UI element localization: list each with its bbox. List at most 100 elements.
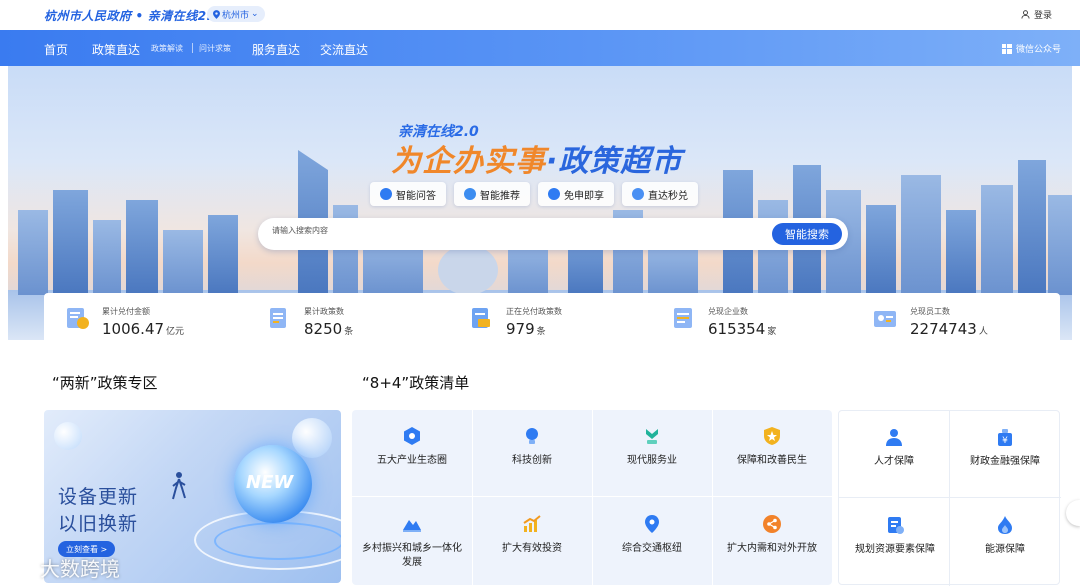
policy-label: 保障和改善民生 xyxy=(737,455,807,466)
policy-cell-rural[interactable]: 乡村振兴和城乡一体化发展 xyxy=(358,514,466,570)
stat-unit: 人 xyxy=(978,327,988,337)
nav-item-home[interactable]: 首页 xyxy=(44,41,68,58)
watermark-logo-icon xyxy=(10,559,32,578)
stat-value: 2274743 人 xyxy=(910,320,988,338)
stat-number: 8250 xyxy=(304,320,343,338)
employee-card-icon xyxy=(874,311,896,327)
nav-divider xyxy=(192,43,193,53)
top-bar: 杭州市人民政府 • 亲清在线2.0 杭州市 ⌄ 登录 xyxy=(0,0,1080,30)
finance-bag-icon: ¥ xyxy=(998,429,1012,446)
chip-smart-qa[interactable]: 智能问答 xyxy=(370,182,446,206)
svg-text:¥: ¥ xyxy=(1002,436,1008,446)
grid-divider xyxy=(352,496,832,497)
watermark: 大数跨境 xyxy=(8,553,120,582)
section-title-policy-list: “8+4”政策清单 xyxy=(362,374,470,392)
stat-unit: 亿元 xyxy=(166,327,185,337)
walking-person-icon xyxy=(172,472,186,500)
location-pin-icon xyxy=(213,9,220,19)
brand-dot: • xyxy=(135,9,144,23)
policy-cell-tech[interactable]: 科技创新 xyxy=(472,426,592,468)
nav-sub-policy-interpret[interactable]: 政策解读 xyxy=(151,43,183,54)
policy-cell-talent[interactable]: 人才保障 xyxy=(839,427,949,469)
nav-sub-consult[interactable]: 问计求策 xyxy=(199,43,231,54)
wechat-label: 微信公众号 xyxy=(1015,45,1061,55)
qr-grid-icon xyxy=(1001,43,1012,54)
side-float-button[interactable] xyxy=(1066,500,1080,526)
shield-icon xyxy=(764,427,780,445)
promo-line-2: 以旧换新 xyxy=(58,513,139,535)
smart-search-button[interactable]: 智能搜索 xyxy=(772,223,842,245)
chip-label: 免申即享 xyxy=(564,190,604,202)
stat-label: 累计兑付金额 xyxy=(102,307,150,316)
money-doc-icon xyxy=(67,308,89,329)
stat-label: 累计政策数 xyxy=(304,307,344,316)
policy-8-grid: 五大产业生态圈 科技创新 现代服务业 保障和改善民生 乡村振兴和城乡一体化发展 … xyxy=(352,410,832,585)
ring-decoration xyxy=(214,522,341,560)
stat-value: 8250 条 xyxy=(304,320,353,338)
policy-cell-demand-open[interactable]: 扩大内需和对外开放 xyxy=(718,514,826,556)
plan-doc-icon xyxy=(888,517,904,534)
bulb-icon xyxy=(526,428,538,444)
stat-paying-policies: 正在兑付政策数 979 条 xyxy=(448,293,648,340)
bubble-decoration xyxy=(54,422,82,450)
person-icon xyxy=(886,429,902,446)
person-upload-icon xyxy=(548,188,560,200)
stat-employees: 兑现员工数 2274743 人 xyxy=(852,293,1052,340)
policy-cell-energy[interactable]: 能源保障 xyxy=(949,515,1061,557)
login-button[interactable]: 登录 xyxy=(1021,8,1052,21)
policy-label: 人才保障 xyxy=(874,456,914,467)
mountain-icon xyxy=(403,520,421,532)
policy-4-grid: 人才保障 ¥ 财政金融强保障 规划资源要素保障 能源保障 xyxy=(838,410,1061,586)
policy-label: 财政金融强保障 xyxy=(970,456,1040,467)
nav-item-policy[interactable]: 政策直达 xyxy=(92,41,140,58)
service-hand-icon xyxy=(646,429,658,444)
nav-item-exchange[interactable]: 交流直达 xyxy=(320,41,368,58)
stat-label: 兑现员工数 xyxy=(910,307,950,316)
login-label: 登录 xyxy=(1033,11,1052,21)
wechat-link[interactable]: 微信公众号 xyxy=(1001,42,1061,55)
policy-cell-livelihood[interactable]: 保障和改善民生 xyxy=(712,426,832,468)
hero-title-part-b: 政策超市 xyxy=(558,144,683,179)
hero-title-part-a: 为企办实事 xyxy=(391,144,546,179)
city-selector[interactable]: 杭州市 ⌄ xyxy=(207,6,265,22)
chip-apply-free[interactable]: 免申即享 xyxy=(538,182,614,206)
policy-cell-service[interactable]: 现代服务业 xyxy=(592,426,712,468)
stat-number: 2274743 xyxy=(910,320,977,338)
location-pin-icon xyxy=(645,515,659,533)
chip-instant-pay[interactable]: 直达秒兑 xyxy=(622,182,698,206)
policy-label: 乡村振兴和城乡一体化发展 xyxy=(362,543,462,568)
site-brand[interactable]: 杭州市人民政府 • 亲清在线2.0 xyxy=(44,7,220,24)
stat-enterprises: 兑现企业数 615354 家 xyxy=(650,293,850,340)
policy-label: 五大产业生态圈 xyxy=(377,455,447,466)
stat-value: 1006.47 亿元 xyxy=(102,320,184,338)
stat-number: 615354 xyxy=(708,320,766,338)
share-circle-icon xyxy=(763,515,781,533)
hexagon-icon xyxy=(404,427,420,445)
policy-book-icon xyxy=(270,308,286,328)
stat-label: 正在兑付政策数 xyxy=(506,307,562,316)
grid-divider xyxy=(839,497,1061,498)
nav-item-service[interactable]: 服务直达 xyxy=(252,41,300,58)
policy-cell-finance[interactable]: ¥ 财政金融强保障 xyxy=(949,427,1061,469)
chevron-down-icon: ⌄ xyxy=(251,9,259,19)
hero-feature-chips: 智能问答 智能推荐 免申即享 直达秒兑 xyxy=(370,182,698,206)
paying-doc-icon xyxy=(472,308,490,328)
search-input[interactable] xyxy=(272,226,752,235)
bubble-decoration xyxy=(292,418,332,458)
city-name: 杭州市 xyxy=(222,10,250,21)
policy-cell-investment[interactable]: 扩大有效投资 xyxy=(472,514,592,556)
chip-smart-recommend[interactable]: 智能推荐 xyxy=(454,182,530,206)
promo-line-1: 设备更新 xyxy=(58,486,139,508)
policy-cell-transport[interactable]: 综合交通枢纽 xyxy=(592,514,712,556)
policy-cell-planning[interactable]: 规划资源要素保障 xyxy=(845,515,945,557)
policy-label: 科技创新 xyxy=(512,455,552,466)
stat-unit: 家 xyxy=(767,327,777,337)
policy-cell-industry[interactable]: 五大产业生态圈 xyxy=(352,426,472,468)
flame-icon xyxy=(998,516,1012,534)
policy-label: 扩大内需和对外开放 xyxy=(727,543,817,554)
hero-title-dot: · xyxy=(546,144,559,179)
section-title-two-new: “两新”政策专区 xyxy=(52,374,158,392)
new-badge: NEW xyxy=(246,472,294,493)
stat-number: 1006.47 xyxy=(102,320,165,338)
chip-label: 直达秒兑 xyxy=(648,190,688,202)
